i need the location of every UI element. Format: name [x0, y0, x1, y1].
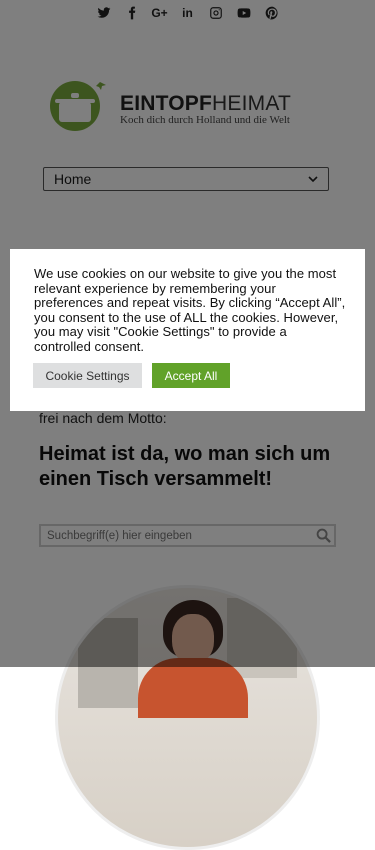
cookie-settings-button[interactable]: Cookie Settings: [33, 363, 142, 388]
cookie-consent-dialog: We use cookies on our website to give yo…: [10, 249, 365, 411]
accept-all-button[interactable]: Accept All: [152, 363, 230, 388]
cookie-consent-text: We use cookies on our website to give yo…: [34, 266, 346, 354]
